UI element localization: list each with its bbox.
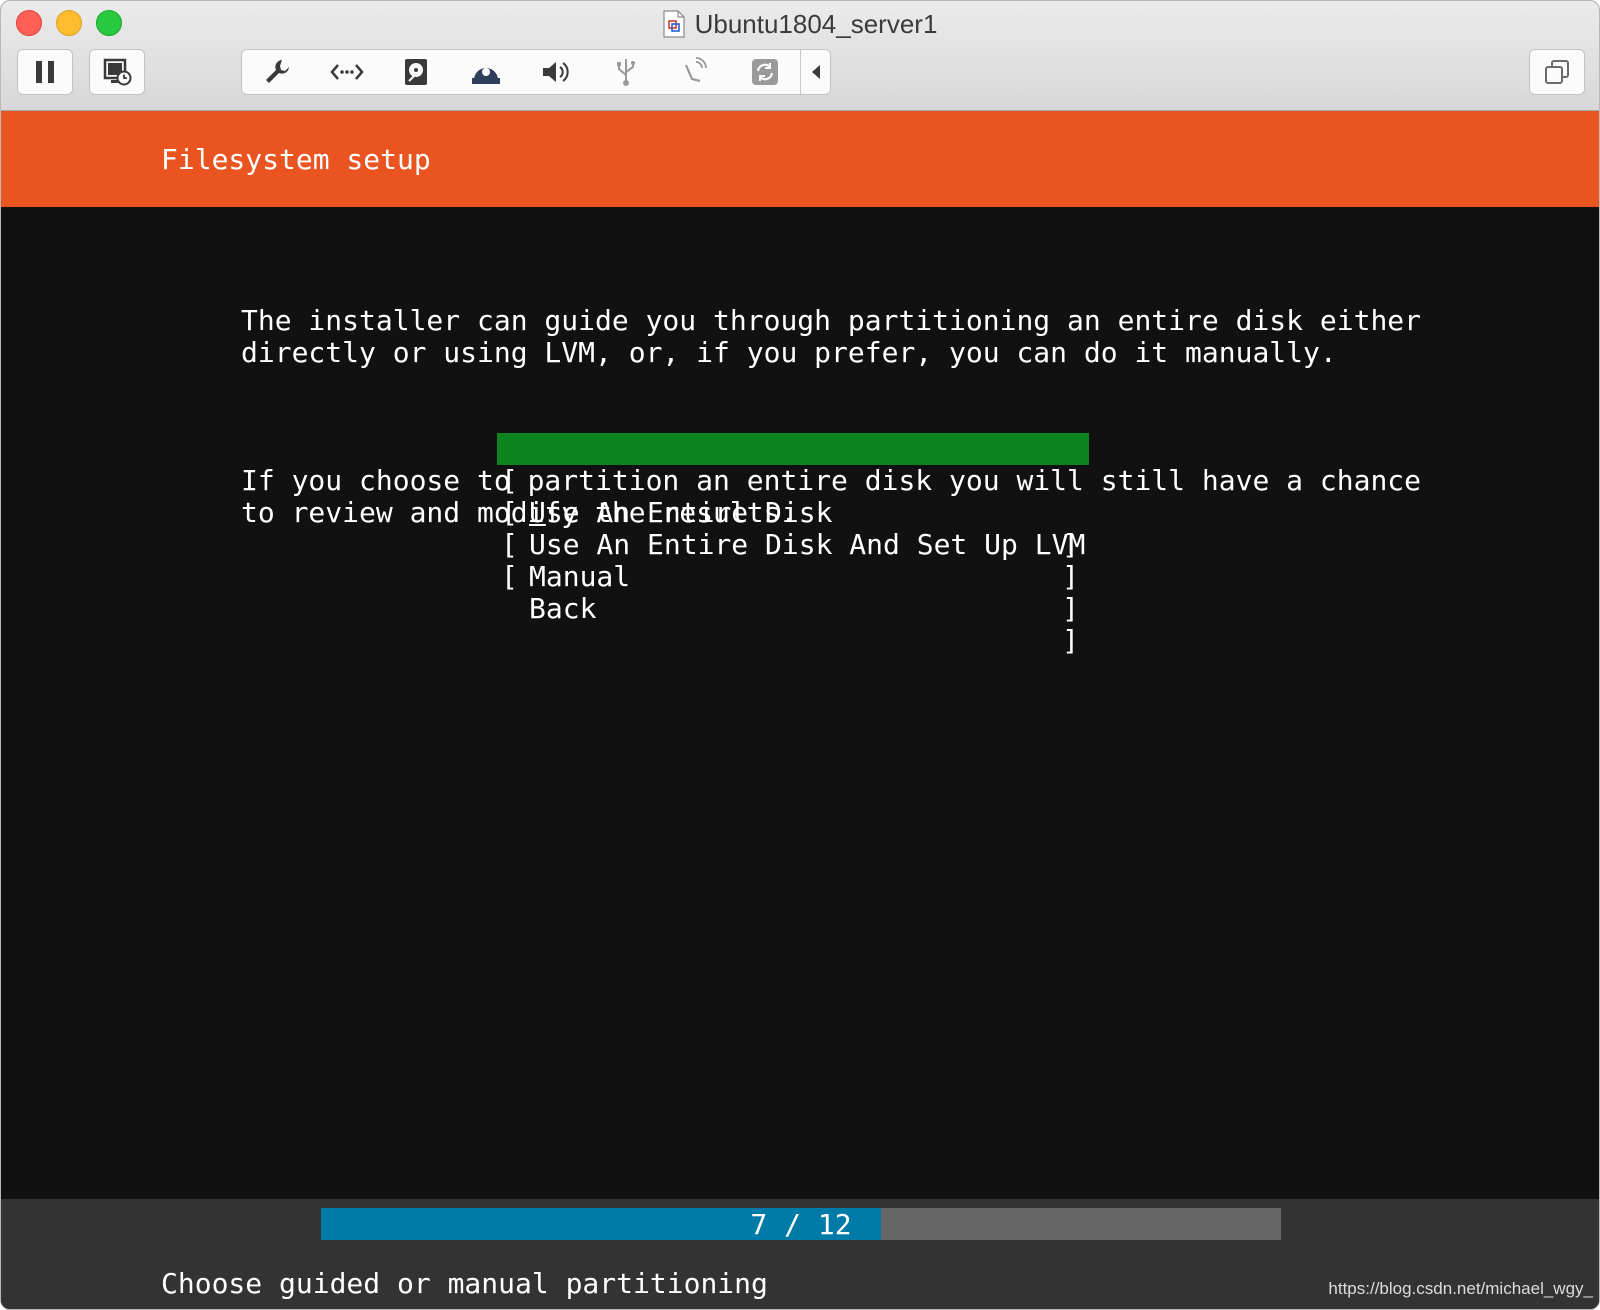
usb-button[interactable]	[591, 50, 661, 94]
sound-button[interactable]	[521, 50, 591, 94]
pause-button[interactable]	[17, 49, 73, 95]
bracket-right: ]	[1062, 624, 1079, 657]
installer-title: Filesystem setup	[161, 143, 431, 176]
hard-disk-button[interactable]	[382, 50, 452, 94]
option-label: Back	[529, 592, 597, 625]
vm-window: Ubuntu1804_server1 Filesystem setup The …	[0, 0, 1600, 1310]
cd-dvd-button[interactable]	[451, 50, 521, 94]
footer-help-text: Choose guided or manual partitioning	[161, 1267, 768, 1300]
install-progress-text: 7 / 12	[750, 1208, 852, 1241]
option-use-entire-disk-lvm[interactable]: [ Use An Entire Disk And Set Up LVM ]	[497, 465, 1089, 593]
sound-icon	[542, 62, 569, 82]
snapshot-icon	[103, 58, 132, 86]
fullscreen-button[interactable]	[1529, 49, 1585, 95]
description-paragraph-1: The installer can guide you through part…	[241, 304, 1422, 369]
install-progress-bar: 7 / 12	[321, 1208, 1281, 1241]
settings-button[interactable]	[242, 50, 312, 94]
sync-button[interactable]	[730, 50, 800, 94]
snapshot-button[interactable]	[89, 49, 145, 95]
vm-document-icon	[662, 10, 685, 38]
pause-icon	[36, 61, 54, 83]
usb-icon	[616, 59, 635, 86]
window-title: Ubuntu1804_server1	[694, 8, 938, 39]
option-manual[interactable]: [ Manual ]	[497, 497, 1089, 625]
collapse-toolbar-button[interactable]	[800, 50, 830, 94]
bracket-right: ]	[1062, 560, 1079, 593]
fullscreen-icon	[1545, 60, 1569, 84]
watermark-text: https://blog.csdn.net/michael_wgy_	[1328, 1279, 1593, 1298]
bracket-right: ]	[1062, 592, 1079, 625]
installer-header: Filesystem setup	[1, 111, 1599, 207]
titlebar: Ubuntu1804_server1	[1, 1, 1599, 111]
bluetooth-icon	[685, 57, 708, 83]
cd-dvd-icon	[472, 68, 501, 84]
option-back[interactable]: [ Back ]	[497, 529, 1089, 657]
network-button[interactable]	[312, 50, 382, 94]
triangle-left-icon	[811, 65, 820, 79]
network-icon	[329, 64, 364, 80]
device-toolbar	[241, 49, 831, 95]
window-title-area: Ubuntu1804_server1	[1, 7, 1599, 41]
partition-options-menu: [ Use An Entire Disk ] [ Use An Entire D…	[497, 433, 1089, 657]
vm-console-screen[interactable]: Filesystem setup The installer can guide…	[1, 111, 1599, 1309]
sync-icon	[752, 59, 779, 85]
installer-footer: 7 / 12 Choose guided or manual partition…	[1, 1199, 1599, 1309]
hard-disk-icon	[405, 59, 428, 85]
option-use-entire-disk[interactable]: [ Use An Entire Disk ]	[497, 433, 1089, 561]
bluetooth-button[interactable]	[661, 50, 731, 94]
bracket-left: [	[501, 560, 518, 593]
wrench-icon	[265, 60, 289, 83]
